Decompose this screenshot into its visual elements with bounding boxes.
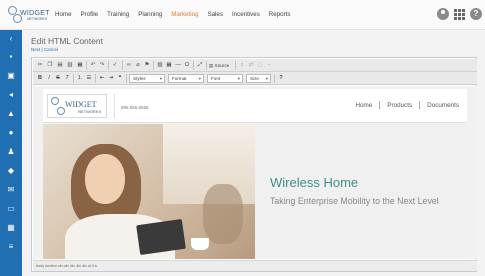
- document-nav: Home Products Documents: [355, 101, 459, 109]
- window-icon[interactable]: ▭: [6, 204, 16, 213]
- document-header: WIDGET NETWORKS 888.555.5555 Home Produc…: [43, 89, 467, 123]
- hero-section: Wireless Home Taking Enterprise Mobility…: [43, 124, 467, 259]
- image-icon[interactable]: ▨: [156, 61, 164, 69]
- nav-marketing[interactable]: Marketing: [171, 11, 198, 18]
- tag-icon[interactable]: ◆: [6, 166, 16, 175]
- html-editor: ✂ ❐ ▤ ▥ ▦ ↶ ↷ ✓ ∞ ⌀ ⚑ ▨ ▦ ― Ω ⤢ ▤ Source…: [31, 57, 477, 272]
- clear-format-icon[interactable]: T: [63, 74, 71, 82]
- special-char-icon[interactable]: Ω: [183, 61, 191, 69]
- top-navigation-bar: WIDGET NETWORKS Home Profile Training Pl…: [0, 0, 485, 30]
- source-button[interactable]: ▤ Source: [209, 61, 229, 70]
- next-cancel-links[interactable]: Next | Cancel: [31, 47, 58, 52]
- outdent-icon[interactable]: ⇤: [98, 74, 106, 82]
- doc-nav-home[interactable]: Home: [355, 102, 372, 109]
- doc-nav-products[interactable]: Products: [387, 102, 412, 109]
- document-logo-subtext: NETWORKS: [78, 109, 102, 114]
- editor-toolbar-row-1: ✂ ❐ ▤ ▥ ▦ ↶ ↷ ✓ ∞ ⌀ ⚑ ▨ ▦ ― Ω ⤢ ▤ Source…: [33, 59, 477, 72]
- phone-number: 888.555.5555: [121, 105, 149, 110]
- numbered-list-icon[interactable]: ⒈: [76, 74, 84, 82]
- nav-home[interactable]: Home: [55, 11, 72, 18]
- main-content: Edit HTML Content Next | Cancel ✂ ❐ ▤ ▥ …: [22, 30, 485, 276]
- find-icon[interactable]: ⌕: [238, 61, 246, 69]
- strike-icon[interactable]: S: [54, 74, 62, 82]
- logo-subtext: NETWORKS: [27, 17, 48, 21]
- mail-icon[interactable]: ✉: [6, 185, 16, 194]
- header-divider: [114, 94, 115, 118]
- nav-training[interactable]: Training: [107, 11, 129, 18]
- indent-icon[interactable]: ⇥: [107, 74, 115, 82]
- blockquote-icon[interactable]: ❝: [116, 74, 124, 82]
- top-right-icons: ?: [437, 8, 482, 20]
- italic-icon[interactable]: I: [45, 74, 53, 82]
- cut-icon[interactable]: ✂: [36, 61, 44, 69]
- users-icon[interactable]: ♟: [6, 147, 16, 156]
- paste-word-icon[interactable]: ▦: [76, 61, 84, 69]
- element-path-text[interactable]: body section div div div div div ol li a: [36, 264, 97, 268]
- maximize-icon[interactable]: ⤢: [196, 61, 204, 69]
- unlink-icon[interactable]: ⌀: [134, 61, 142, 69]
- link-icon[interactable]: ∞: [125, 61, 133, 69]
- styles-dropdown[interactable]: Styles: [129, 74, 165, 83]
- collapse-chevron-icon[interactable]: ‹: [6, 34, 16, 43]
- anchor-icon[interactable]: ⚑: [143, 61, 151, 69]
- spellcheck-icon[interactable]: ✓: [111, 61, 119, 69]
- paste-text-icon[interactable]: ▥: [66, 61, 74, 69]
- user-avatar-icon[interactable]: [437, 8, 449, 20]
- doc-nav-documents[interactable]: Documents: [427, 102, 459, 109]
- size-dropdown[interactable]: Size: [246, 74, 271, 83]
- nav-planning[interactable]: Planning: [138, 11, 162, 18]
- nav-sales[interactable]: Sales: [207, 11, 222, 18]
- hero-photo: [43, 124, 255, 259]
- home-icon[interactable]: ▪: [6, 52, 16, 61]
- table-icon[interactable]: ▦: [165, 61, 173, 69]
- copy-icon[interactable]: ❐: [46, 61, 54, 69]
- list-icon[interactable]: ≡: [6, 242, 16, 251]
- editor-element-path: body section div div div div div ol li a: [33, 260, 477, 271]
- logo-ring-icon: [51, 97, 59, 105]
- page-title: Edit HTML Content: [31, 36, 103, 46]
- horizontal-line-icon[interactable]: ―: [174, 61, 182, 69]
- nav-reports[interactable]: Reports: [269, 11, 291, 18]
- font-dropdown[interactable]: Font: [207, 74, 243, 83]
- redo-icon[interactable]: ↷: [98, 61, 106, 69]
- bold-icon[interactable]: B: [36, 74, 44, 82]
- logo-ring-icon: [57, 107, 65, 115]
- hero-subtitle: Taking Enterprise Mobility to the Next L…: [270, 196, 439, 206]
- logo-text: WIDGET: [20, 10, 50, 17]
- megaphone-icon[interactable]: ◂: [6, 90, 16, 99]
- monitor-icon[interactable]: ▣: [6, 71, 16, 80]
- database-icon[interactable]: ●: [6, 128, 16, 137]
- app-grid-icon[interactable]: [454, 8, 465, 20]
- left-sidebar: ‹ ▪ ▣ ◂ ▲ ● ♟ ◆ ✉ ▭ ▦ ≡: [0, 30, 22, 276]
- bullet-list-icon[interactable]: ☰: [85, 74, 93, 82]
- calendar-icon[interactable]: ▦: [6, 223, 16, 232]
- editor-toolbar-row-2: B I S T ⒈ ☰ ⇤ ⇥ ❝ Styles Format Font Siz…: [33, 72, 477, 85]
- undo-icon[interactable]: ↶: [89, 61, 97, 69]
- document-logo-text: WIDGET: [65, 100, 97, 109]
- editor-document-area[interactable]: WIDGET NETWORKS 888.555.5555 Home Produc…: [33, 86, 477, 259]
- help-icon[interactable]: ?: [470, 8, 482, 20]
- main-nav: Home Profile Training Planning Marketing…: [55, 11, 299, 18]
- paste-icon[interactable]: ▤: [56, 61, 64, 69]
- warning-icon[interactable]: ▲: [6, 109, 16, 118]
- document-logo: WIDGET NETWORKS: [47, 94, 107, 118]
- remove-format-icon[interactable]: –: [265, 61, 273, 69]
- help-button[interactable]: ?: [277, 74, 285, 82]
- nav-incentives[interactable]: Incentives: [232, 11, 260, 18]
- select-all-icon[interactable]: ▢: [256, 61, 264, 69]
- nav-profile[interactable]: Profile: [81, 11, 99, 18]
- replace-icon[interactable]: ⇄: [247, 61, 255, 69]
- widget-networks-logo[interactable]: WIDGET NETWORKS: [8, 6, 50, 24]
- format-dropdown[interactable]: Format: [168, 74, 204, 83]
- hero-title: Wireless Home: [270, 175, 359, 190]
